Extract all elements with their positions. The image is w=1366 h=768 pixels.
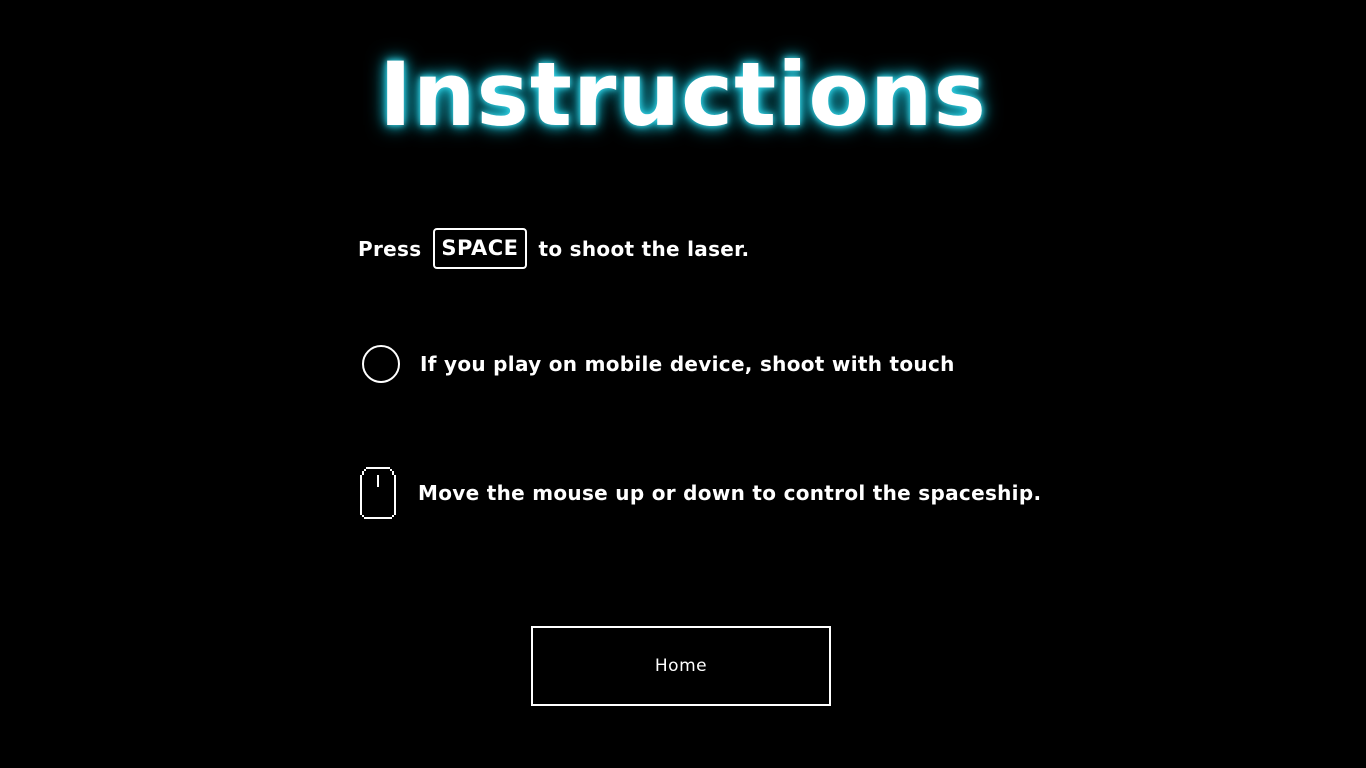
home-button[interactable]: Home	[531, 626, 831, 706]
mouse-instruction-text: Move the mouse up or down to control the…	[418, 481, 1042, 505]
space-key-badge: SPACE	[433, 228, 527, 269]
touch-instruction-text: If you play on mobile device, shoot with…	[420, 352, 955, 376]
instructions-screen: Instructions Press SPACE to shoot the la…	[0, 0, 1366, 768]
press-label: Press	[358, 236, 422, 261]
shoot-laser-text: to shoot the laser.	[538, 236, 750, 261]
mouse-icon	[360, 467, 396, 519]
touch-circle-icon	[362, 345, 400, 383]
page-title: Instructions	[379, 43, 987, 146]
touch-instruction: If you play on mobile device, shoot with…	[358, 345, 955, 383]
space-instruction: Press SPACE to shoot the laser.	[358, 228, 749, 269]
mouse-instruction: Move the mouse up or down to control the…	[358, 465, 1041, 521]
